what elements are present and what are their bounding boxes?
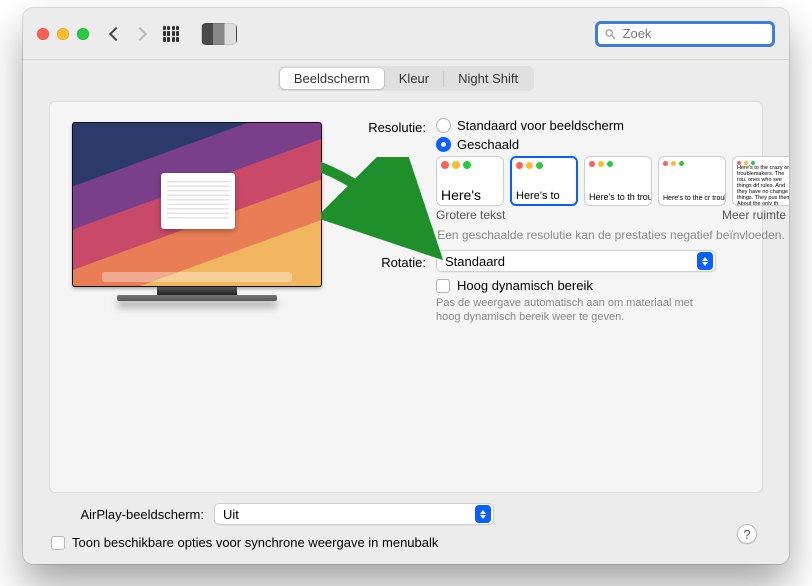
pane-tabs: Beeldscherm Kleur Night Shift xyxy=(278,66,534,91)
scale-option-3[interactable]: Here's to the cr troublemakers. ones who… xyxy=(658,156,726,206)
content-area: Beeldscherm Kleur Night Shift xyxy=(23,60,789,564)
rotation-label: Rotatie: xyxy=(346,253,426,270)
scale-option-1[interactable]: Here's to xyxy=(510,156,578,206)
select-arrows-icon xyxy=(475,505,491,523)
window-traffic-lights xyxy=(37,28,89,40)
forward-button[interactable] xyxy=(133,26,147,40)
mirroring-menubar-label: Toon beschikbare opties voor synchrone w… xyxy=(72,535,438,550)
scale-option-0[interactable]: Here's xyxy=(436,156,504,206)
display-arrangement-icon[interactable] xyxy=(201,23,237,45)
scale-option-2[interactable]: Here's to th troublemak ones who xyxy=(584,156,652,206)
search-icon xyxy=(604,27,617,41)
tab-beeldscherm[interactable]: Beeldscherm xyxy=(280,68,384,89)
minimize-icon[interactable] xyxy=(57,28,69,40)
displays-prefpane-window: Beeldscherm Kleur Night Shift xyxy=(23,8,789,564)
airplay-select[interactable]: Uit xyxy=(214,503,494,525)
nav-arrows xyxy=(111,29,145,39)
rotation-value: Standaard xyxy=(445,254,505,269)
scale-caption-left: Grotere tekst xyxy=(436,208,505,222)
main-panel: Resolutie: Standaard voor beeldscherm Ge… xyxy=(49,101,763,493)
back-button[interactable] xyxy=(109,26,123,40)
search-input[interactable] xyxy=(621,25,766,42)
display-illustration xyxy=(72,118,322,331)
resolution-default-radio[interactable]: Standaard voor beeldscherm xyxy=(436,118,789,133)
help-button[interactable]: ? xyxy=(737,524,757,544)
zoom-icon[interactable] xyxy=(77,28,89,40)
scale-caption-right: Meer ruimte xyxy=(722,208,786,222)
hdr-note: Pas de weergave automatisch aan om mater… xyxy=(436,296,716,325)
close-icon[interactable] xyxy=(37,28,49,40)
search-field-wrapper[interactable] xyxy=(595,21,775,47)
airplay-value: Uit xyxy=(223,507,239,522)
scaled-resolution-options: Here's Here's to Here's to th troublemak… xyxy=(436,156,789,206)
tab-night-shift[interactable]: Night Shift xyxy=(444,68,532,89)
resolution-label: Resolutie: xyxy=(346,118,426,135)
resolution-default-label: Standaard voor beeldscherm xyxy=(457,118,624,133)
mirroring-menubar-checkbox[interactable] xyxy=(51,536,65,550)
window-toolbar xyxy=(23,8,789,60)
show-all-prefs-button[interactable] xyxy=(163,26,179,42)
scale-warning-text: Een geschaalde resolutie kan de prestati… xyxy=(436,228,786,242)
rotation-select[interactable]: Standaard xyxy=(436,250,716,272)
resolution-scaled-radio[interactable]: Geschaald xyxy=(436,137,789,152)
select-arrows-icon xyxy=(697,252,713,270)
hdr-label: Hoog dynamisch bereik xyxy=(457,278,593,293)
hdr-checkbox[interactable]: Hoog dynamisch bereik xyxy=(436,278,716,293)
airplay-label: AirPlay-beeldscherm: xyxy=(49,507,204,522)
resolution-scaled-label: Geschaald xyxy=(457,137,519,152)
scale-option-4[interactable]: Here's to the crazy one troublemakers. T… xyxy=(732,156,789,206)
tab-kleur[interactable]: Kleur xyxy=(385,68,443,89)
